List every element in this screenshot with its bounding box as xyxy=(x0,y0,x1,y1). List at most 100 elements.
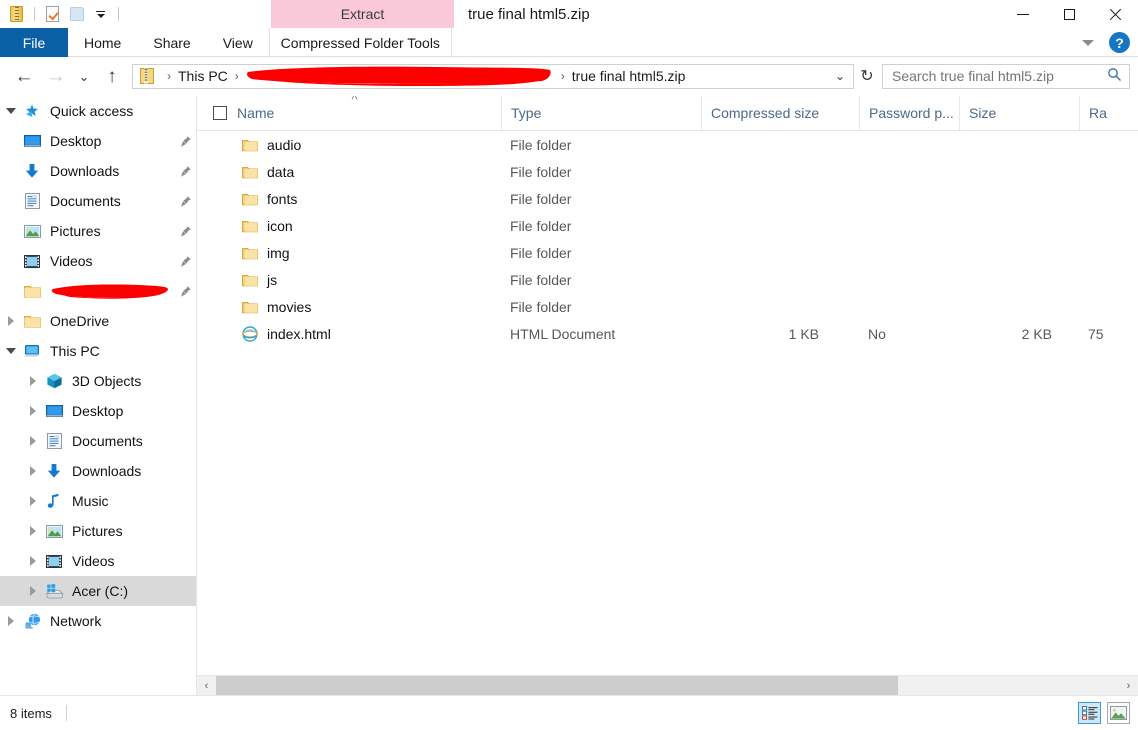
row-checkbox-cell[interactable] xyxy=(197,185,237,212)
scroll-right-arrow-icon[interactable]: › xyxy=(1119,676,1138,695)
sidebar-item-network[interactable]: Network xyxy=(0,606,196,636)
maximize-button[interactable] xyxy=(1046,0,1092,28)
row-name-cell[interactable]: movies xyxy=(237,293,501,320)
breadcrumb-redacted[interactable] xyxy=(246,65,554,87)
table-row[interactable]: audio File folder xyxy=(197,131,1138,158)
table-row[interactable]: data File folder xyxy=(197,158,1138,185)
row-name-cell[interactable]: index.html xyxy=(237,320,501,347)
row-name-cell[interactable]: audio xyxy=(237,131,501,158)
table-row[interactable]: movies File folder xyxy=(197,293,1138,320)
table-row[interactable]: fonts File folder xyxy=(197,185,1138,212)
sidebar-item-pictures[interactable]: Pictures xyxy=(0,216,196,246)
sidebar-item-pictures-pc[interactable]: Pictures xyxy=(0,516,196,546)
breadcrumb-separator-1[interactable]: › xyxy=(160,69,178,83)
row-checkbox-cell[interactable] xyxy=(197,239,237,266)
sidebar-item-desktop-pc[interactable]: Desktop xyxy=(0,396,196,426)
breadcrumb-separator-3[interactable]: › xyxy=(554,69,572,83)
sidebar-item-music[interactable]: Music xyxy=(0,486,196,516)
forward-button[interactable]: → xyxy=(40,60,72,92)
close-button[interactable] xyxy=(1092,0,1138,28)
row-name-cell[interactable]: icon xyxy=(237,212,501,239)
horizontal-scrollbar[interactable]: ‹ › xyxy=(197,675,1138,695)
chevron-down-icon[interactable] xyxy=(1077,32,1099,54)
row-checkbox-cell[interactable] xyxy=(197,131,237,158)
chevron-right-icon[interactable] xyxy=(22,376,44,386)
breadcrumb-current-folder[interactable]: true final html5.zip xyxy=(572,68,686,84)
large-icons-view-button[interactable] xyxy=(1107,702,1130,724)
properties-icon[interactable] xyxy=(44,6,61,23)
column-header-size[interactable]: Size xyxy=(959,96,1079,130)
up-button[interactable]: ↑ xyxy=(96,60,128,92)
chevron-down-icon[interactable] xyxy=(0,108,22,114)
sidebar-group-quick-access[interactable]: Quick access xyxy=(0,96,196,126)
address-input[interactable]: › This PC › › true final html5.zip ⌄ xyxy=(132,63,854,89)
pin-icon[interactable] xyxy=(174,285,196,298)
table-row[interactable]: img File folder xyxy=(197,239,1138,266)
file-rows[interactable]: audio File folder data File folder fonts… xyxy=(197,131,1138,675)
chevron-right-icon[interactable] xyxy=(0,616,22,626)
chevron-right-icon[interactable] xyxy=(22,406,44,416)
pin-icon[interactable] xyxy=(174,135,196,148)
row-name-cell[interactable]: fonts xyxy=(237,185,501,212)
chevron-right-icon[interactable] xyxy=(0,316,22,326)
row-checkbox-cell[interactable] xyxy=(197,293,237,320)
chevron-right-icon[interactable] xyxy=(22,496,44,506)
pin-icon[interactable] xyxy=(174,195,196,208)
scrollbar-thumb[interactable] xyxy=(216,676,898,695)
row-checkbox-cell[interactable] xyxy=(197,158,237,185)
select-all-checkbox[interactable] xyxy=(197,96,237,130)
breadcrumb-separator-2[interactable]: › xyxy=(228,69,246,83)
minimize-button[interactable] xyxy=(1000,0,1046,28)
sidebar-item-acer-c[interactable]: Acer (C:) xyxy=(0,576,196,606)
sidebar-item-documents-pc[interactable]: Documents xyxy=(0,426,196,456)
row-name-cell[interactable]: img xyxy=(237,239,501,266)
details-view-button[interactable] xyxy=(1078,702,1101,724)
zip-archive-icon[interactable] xyxy=(8,6,25,23)
sidebar-item-videos[interactable]: Videos xyxy=(0,246,196,276)
chevron-right-icon[interactable] xyxy=(22,586,44,596)
help-icon[interactable]: ? xyxy=(1109,32,1130,53)
table-row[interactable]: js File folder xyxy=(197,266,1138,293)
chevron-right-icon[interactable] xyxy=(22,526,44,536)
pin-icon[interactable] xyxy=(174,255,196,268)
back-button[interactable]: ← xyxy=(8,60,40,92)
scroll-left-arrow-icon[interactable]: ‹ xyxy=(197,676,216,695)
address-dropdown-icon[interactable]: ⌄ xyxy=(831,65,849,87)
column-header-compressed-size[interactable]: Compressed size xyxy=(701,96,859,130)
pin-icon[interactable] xyxy=(174,225,196,238)
column-header-password-protected[interactable]: Password p... xyxy=(859,96,959,130)
pin-icon[interactable] xyxy=(174,165,196,178)
search-icon[interactable] xyxy=(1107,67,1122,85)
customize-chevron-icon[interactable] xyxy=(92,6,109,23)
table-row[interactable]: icon File folder xyxy=(197,212,1138,239)
search-input[interactable] xyxy=(892,68,1092,84)
new-folder-icon[interactable] xyxy=(68,6,85,23)
sidebar-item-downloads[interactable]: Downloads xyxy=(0,156,196,186)
column-header-ratio[interactable]: Ra xyxy=(1079,96,1138,130)
sidebar-item-onedrive[interactable]: OneDrive xyxy=(0,306,196,336)
tab-home[interactable]: Home xyxy=(68,28,137,57)
sidebar-item-3d-objects[interactable]: 3D Objects xyxy=(0,366,196,396)
refresh-button[interactable]: ↻ xyxy=(854,61,880,91)
sidebar-item-videos-pc[interactable]: Videos xyxy=(0,546,196,576)
row-checkbox-cell[interactable] xyxy=(197,320,237,347)
breadcrumb-this-pc[interactable]: This PC xyxy=(178,68,228,84)
sidebar-group-this-pc[interactable]: This PC xyxy=(0,336,196,366)
sidebar-item-documents[interactable]: Documents xyxy=(0,186,196,216)
sidebar-item-downloads-pc[interactable]: Downloads xyxy=(0,456,196,486)
recent-locations-button[interactable]: ⌄ xyxy=(72,60,96,92)
chevron-right-icon[interactable] xyxy=(22,436,44,446)
chevron-down-icon[interactable] xyxy=(0,348,22,354)
row-name-cell[interactable]: data xyxy=(237,158,501,185)
row-name-cell[interactable]: js xyxy=(237,266,501,293)
search-box[interactable] xyxy=(882,63,1130,89)
scrollbar-track[interactable] xyxy=(216,676,1119,695)
column-header-name[interactable]: ˄ Name xyxy=(237,96,501,130)
row-checkbox-cell[interactable] xyxy=(197,212,237,239)
chevron-right-icon[interactable] xyxy=(22,556,44,566)
table-row[interactable]: index.html HTML Document 1 KB No 2 KB 75 xyxy=(197,320,1138,347)
tab-share[interactable]: Share xyxy=(137,28,206,57)
chevron-right-icon[interactable] xyxy=(22,466,44,476)
tab-compressed-folder-tools[interactable]: Compressed Folder Tools xyxy=(268,28,452,57)
tab-view[interactable]: View xyxy=(207,28,269,57)
